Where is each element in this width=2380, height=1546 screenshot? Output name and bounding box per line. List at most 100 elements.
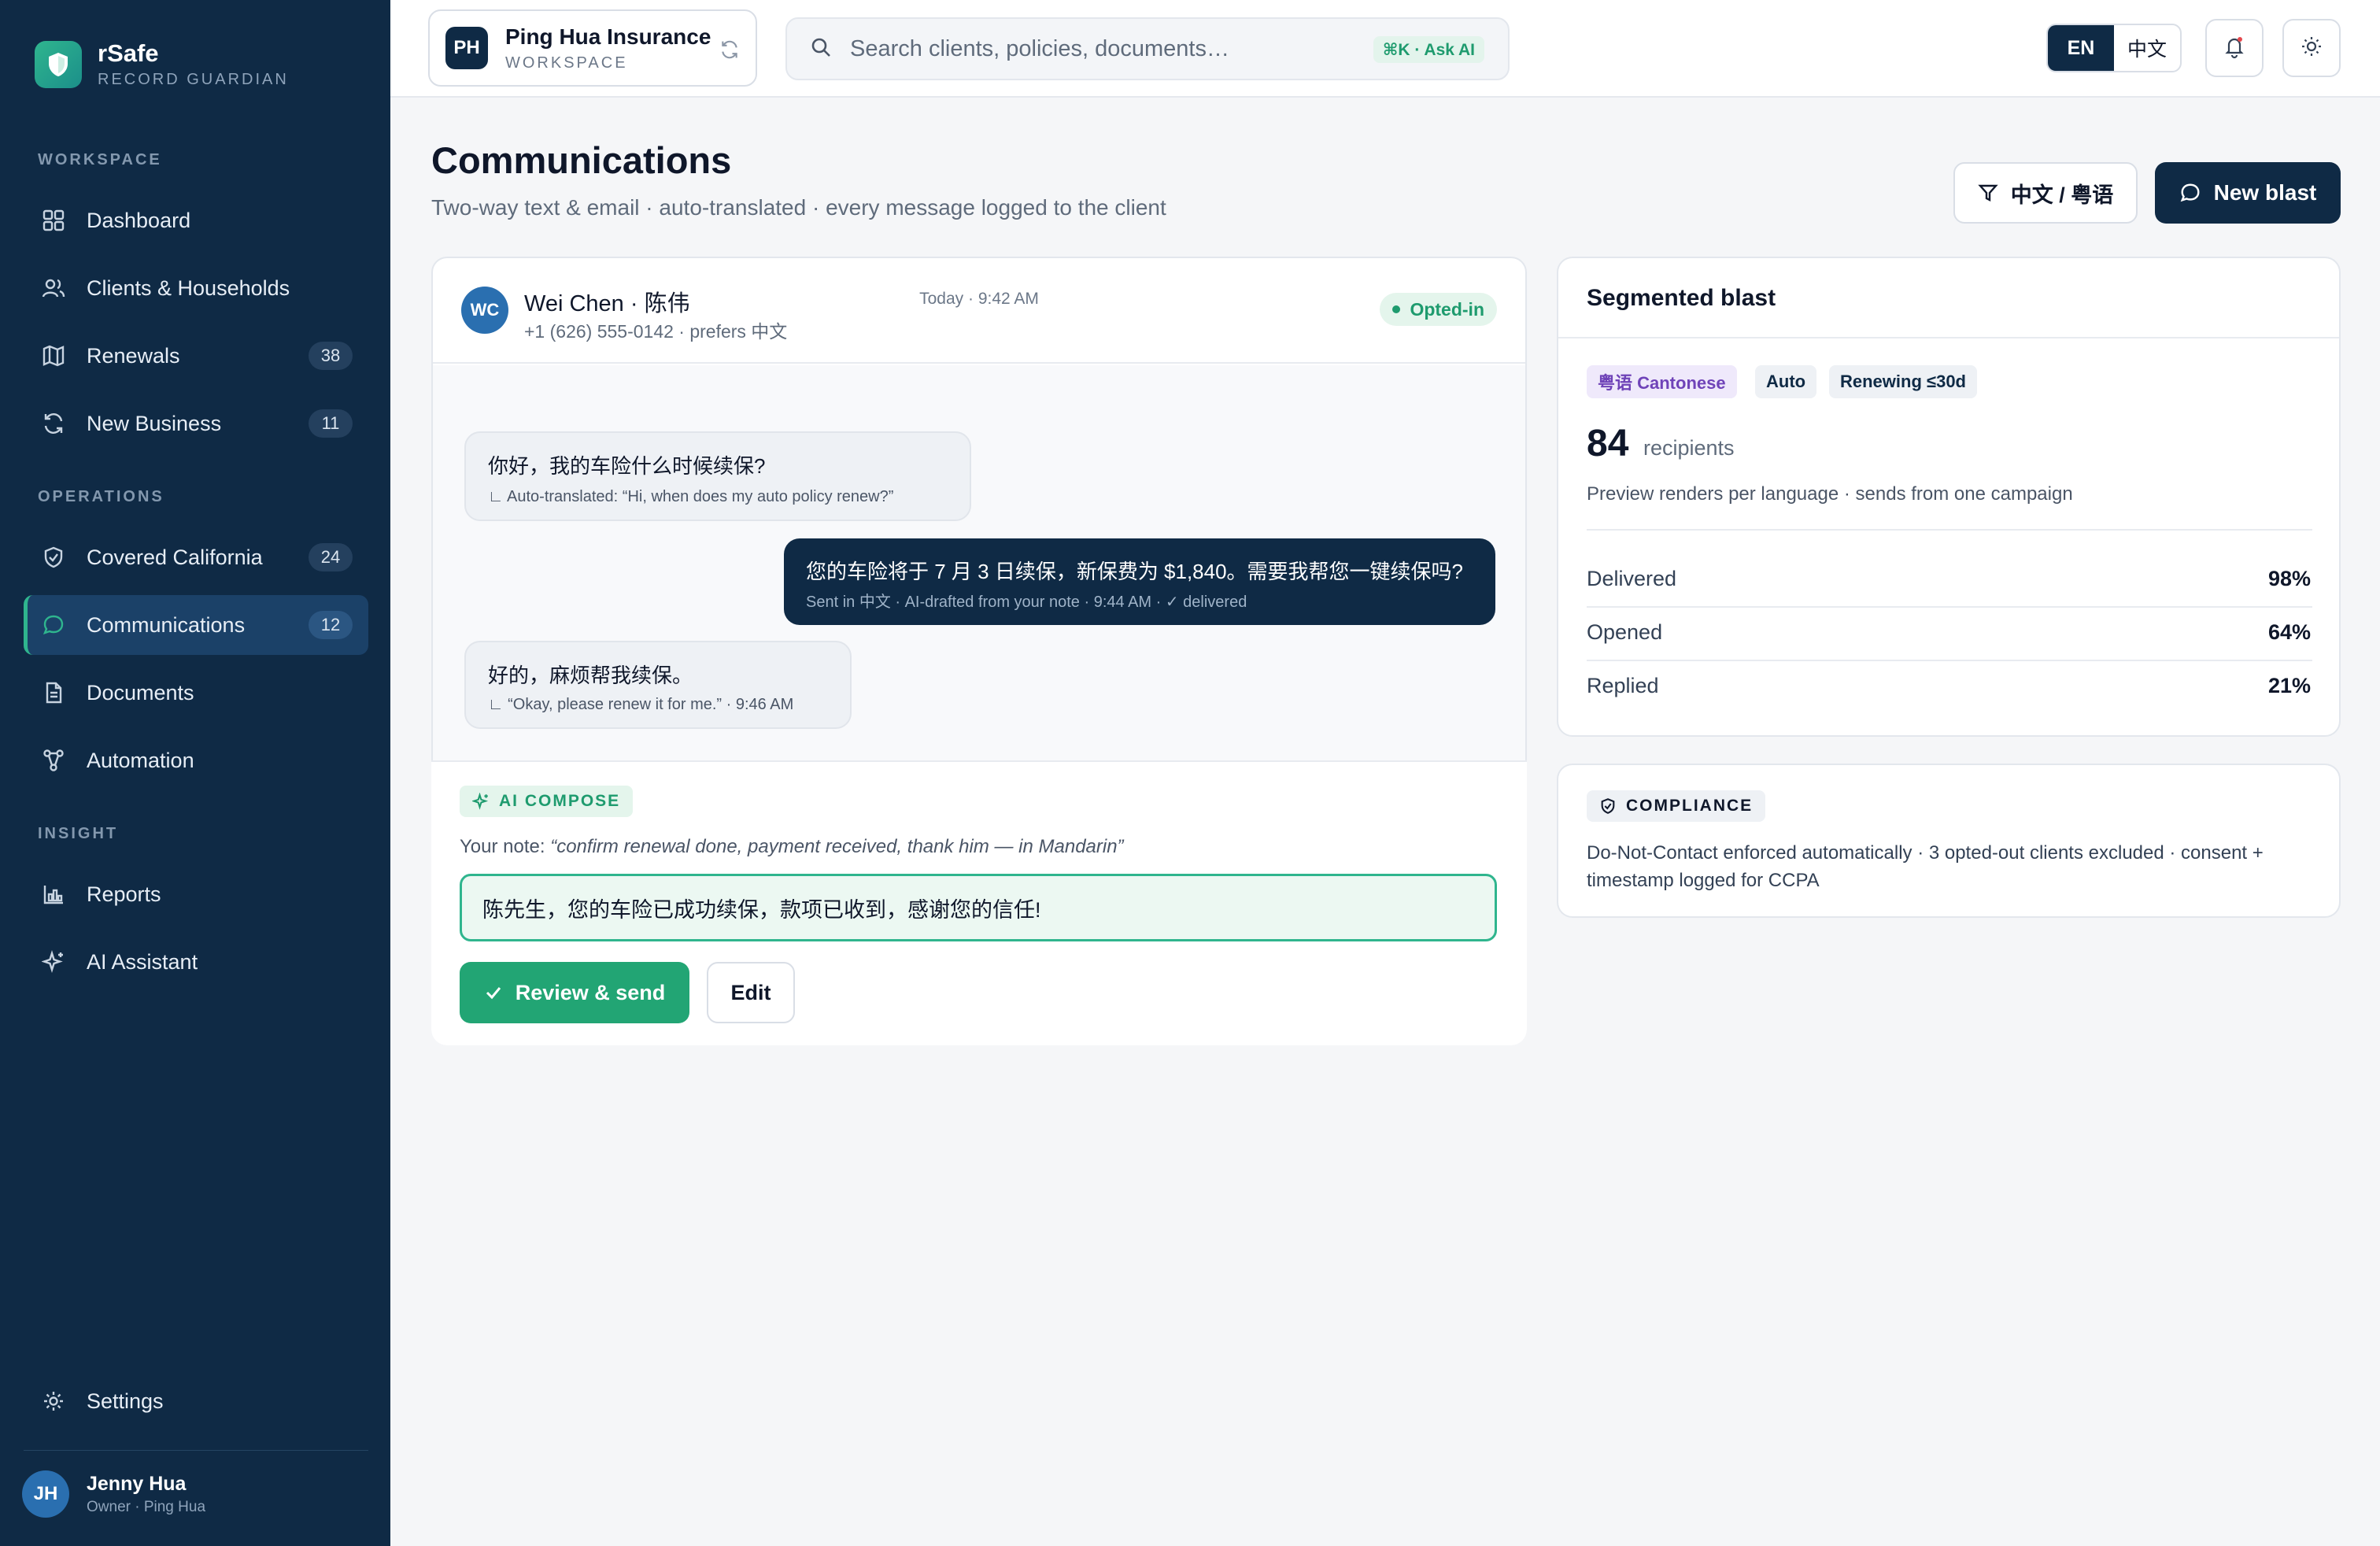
section-insight: INSIGHT: [38, 825, 119, 842]
compliance-text: Do-Not-Contact enforced automatically · …: [1587, 842, 2264, 891]
brand[interactable]: rSafe RECORD GUARDIAN: [35, 39, 289, 89]
check-icon: [484, 983, 503, 1002]
count-badge: 24: [309, 543, 353, 571]
compliance-tag: COMPLIANCE: [1587, 790, 1766, 822]
sidebar-item-label: Automation: [87, 748, 194, 772]
divider: [1587, 660, 2312, 661]
search-icon: [809, 35, 833, 63]
chat-icon: [39, 611, 68, 639]
review-send-button[interactable]: Review & send: [460, 962, 689, 1023]
stat-value: 98%: [2267, 567, 2311, 590]
review-send-label: Review & send: [515, 980, 666, 1004]
message-bubble-outgoing[interactable]: 您的车险将于 7 月 3 日续保，新保费为 $1,840。需要我帮您一键续保吗?…: [784, 538, 1495, 625]
ask-ai-shortcut[interactable]: ⌘K · Ask AI: [1373, 36, 1484, 63]
stat-label: Replied: [1587, 674, 1659, 697]
message-meta: Sent in 中文 · AI-drafted from your note ·…: [806, 594, 1247, 611]
language-toggle: EN 中文: [2046, 24, 2182, 72]
stat-value: 21%: [2267, 674, 2311, 697]
sidebar-item-label: Renewals: [87, 343, 180, 368]
avatar: JH: [22, 1470, 69, 1518]
sidebar-item-communications[interactable]: Communications 12: [24, 595, 368, 655]
message-bubble-incoming[interactable]: 好的，麻烦帮我续保。 ∟ “Okay, please renew it for …: [464, 641, 852, 729]
shield-check-icon: [1599, 797, 1617, 815]
notifications-button[interactable]: [2205, 19, 2264, 77]
draft-message-field[interactable]: 陈先生，您的车险已成功续保，款项已收到，感谢您的信任!: [460, 874, 1497, 941]
sidebar-item-settings[interactable]: Settings: [24, 1371, 368, 1431]
map-icon: [39, 342, 68, 370]
thread-timestamp: Today · 9:42 AM: [919, 290, 1039, 308]
brand-subtitle: RECORD GUARDIAN: [98, 71, 289, 88]
sidebar-item-automation[interactable]: Automation: [24, 730, 368, 790]
theme-toggle-button[interactable]: [2282, 19, 2341, 77]
recipient-label: recipients: [1643, 436, 1735, 460]
message-text: 好的，麻烦帮我续保。: [488, 664, 693, 687]
grid-icon: [39, 206, 68, 235]
refresh-icon: [39, 409, 68, 438]
segment-chip[interactable]: 粤语 Cantonese: [1587, 365, 1737, 398]
user-role: Owner · Ping Hua: [87, 1498, 206, 1515]
sidebar-item-covered-california[interactable]: Covered California 24: [24, 527, 368, 587]
sparkle-icon: [39, 948, 68, 976]
sidebar-item-label: Covered California: [87, 545, 263, 569]
sun-icon: [2300, 35, 2323, 62]
sidebar-item-ai-assistant[interactable]: AI Assistant: [24, 932, 368, 992]
segment-chip[interactable]: Renewing ≤30d: [1829, 365, 1977, 398]
switch-icon[interactable]: [719, 39, 740, 64]
workflow-icon: [39, 746, 68, 775]
user-profile[interactable]: JH Jenny Hua Owner · Ping Hua: [22, 1470, 205, 1518]
contact-phone: +1 (626) 555-0142 · prefers 中文: [524, 321, 788, 342]
note-text: “confirm renewal done, payment received,…: [550, 836, 1124, 857]
search-input[interactable]: [850, 35, 1354, 62]
shield-logo-icon: [35, 40, 82, 88]
segment-chip[interactable]: Auto: [1755, 365, 1817, 398]
compliance-card: COMPLIANCE Do-Not-Contact enforced autom…: [1557, 764, 2341, 918]
edit-button[interactable]: Edit: [707, 962, 795, 1023]
ai-compose-tag: AI COMPOSE: [460, 786, 634, 817]
document-icon: [39, 679, 68, 707]
segmented-blast-card: Segmented blast 粤语 Cantonese Auto Renewi…: [1557, 257, 2341, 737]
page-subtitle: Two-way text & email · auto-translated ·…: [431, 195, 1166, 220]
divider: [24, 1450, 368, 1451]
divider: [1587, 606, 2312, 608]
sidebar-item-new-business[interactable]: New Business 11: [24, 394, 368, 453]
sidebar-item-dashboard[interactable]: Dashboard: [24, 190, 368, 250]
sidebar-item-label: New Business: [87, 411, 222, 435]
workspace-switcher[interactable]: PH Ping Hua Insurance WORKSPACE: [428, 9, 757, 87]
workspace-avatar: PH: [445, 27, 488, 69]
lang-en-button[interactable]: EN: [2048, 25, 2114, 71]
sparkle-icon: [472, 793, 490, 810]
bar-chart-icon: [39, 880, 68, 908]
gear-icon: [39, 1387, 68, 1415]
workspace-label: WORKSPACE: [505, 54, 628, 72]
sidebar-item-label: Documents: [87, 680, 194, 705]
shield-check-icon: [39, 543, 68, 571]
brand-name: rSafe: [98, 39, 159, 67]
page-title: Communications: [431, 139, 732, 181]
sidebar-item-label: AI Assistant: [87, 949, 198, 974]
sidebar-item-renewals[interactable]: Renewals 38: [24, 326, 368, 386]
workspace-name: Ping Hua Insurance: [505, 24, 711, 49]
sidebar-item-label: Clients & Households: [87, 276, 290, 300]
message-translation: ∟ Auto-translated: “Hi, when does my aut…: [488, 488, 894, 505]
sidebar-item-reports[interactable]: Reports: [24, 864, 368, 924]
topbar: PH Ping Hua Insurance WORKSPACE ⌘K · Ask…: [390, 0, 2380, 98]
filter-icon: [1978, 183, 1998, 203]
new-blast-button[interactable]: New blast: [2155, 162, 2341, 224]
sidebar-item-clients[interactable]: Clients & Households: [24, 258, 368, 318]
note-prefix: Your note:: [460, 836, 551, 857]
message-bubble-incoming[interactable]: 你好，我的车险什么时候续保? ∟ Auto-translated: “Hi, w…: [464, 431, 971, 521]
sidebar-item-label: Reports: [87, 882, 161, 906]
sidebar-item-documents[interactable]: Documents: [24, 663, 368, 723]
sidebar-item-label: Communications: [87, 612, 246, 637]
lang-zh-button[interactable]: 中文: [2114, 25, 2180, 71]
message-text: 你好，我的车险什么时候续保?: [488, 454, 766, 478]
sidebar-item-label: Dashboard: [87, 208, 191, 232]
count-badge: 12: [309, 611, 353, 639]
stat-value: 64%: [2267, 620, 2311, 644]
sidebar: rSafe RECORD GUARDIAN WORKSPACE Dashboar…: [0, 0, 390, 1546]
new-blast-label: New blast: [2213, 180, 2317, 205]
search-bar[interactable]: ⌘K · Ask AI: [785, 17, 1510, 80]
language-filter-button[interactable]: 中文 / 粤语: [1953, 162, 2138, 224]
user-name: Jenny Hua: [87, 1472, 187, 1495]
divider: [1587, 529, 2312, 531]
